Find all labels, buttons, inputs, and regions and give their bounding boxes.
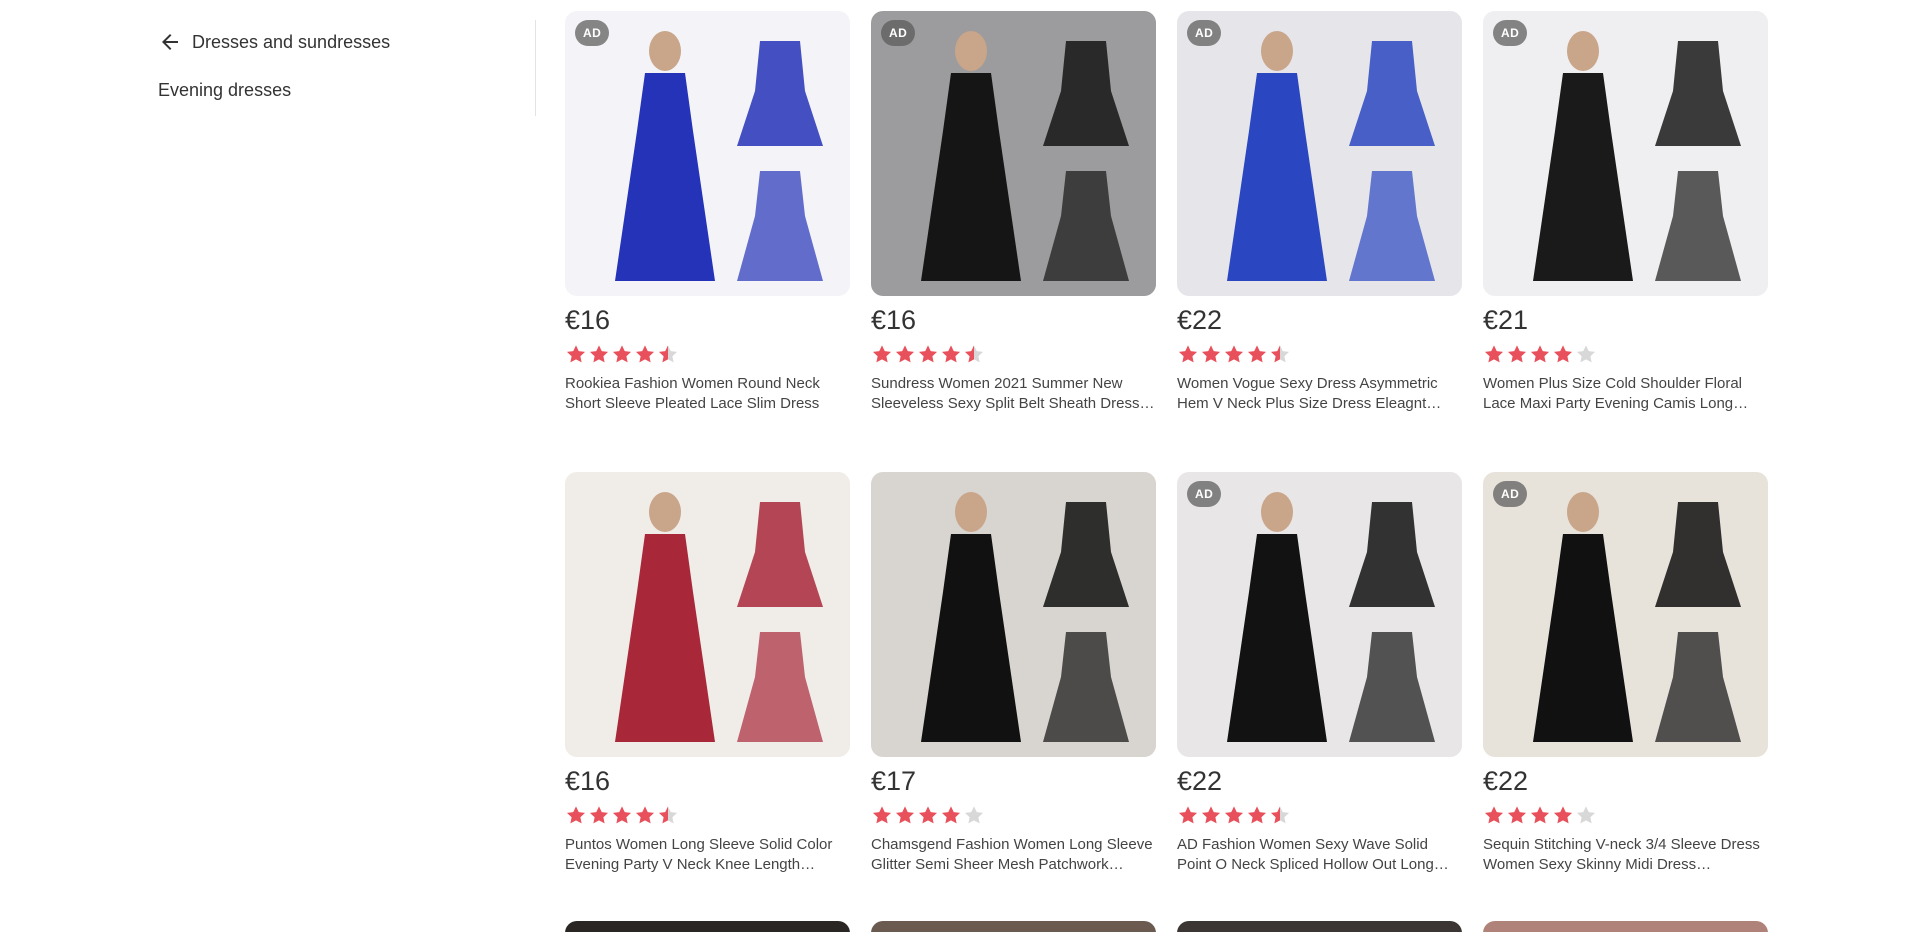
product-image[interactable] (565, 472, 850, 757)
back-to-category[interactable]: Dresses and sundresses (158, 30, 390, 54)
product-thumb-partial[interactable] (1177, 921, 1462, 932)
product-card[interactable]: AD €21 Women Plus Size Cold Shoulder Flor… (1483, 11, 1768, 414)
arrow-left-icon (158, 30, 182, 54)
star-rating (565, 343, 850, 365)
product-title[interactable]: Sequin Stitching V-neck 3/4 Sleeve Dress… (1483, 835, 1768, 875)
star-rating (1483, 343, 1768, 365)
star-icon (1177, 344, 1199, 364)
star-icon (634, 805, 656, 825)
star-icon (917, 344, 939, 364)
star-icon (1575, 805, 1597, 825)
star-icon (871, 805, 893, 825)
star-icon (963, 805, 985, 825)
ad-badge: AD (1493, 481, 1528, 507)
star-icon (565, 805, 587, 825)
star-rating (1483, 804, 1768, 826)
star-icon (611, 805, 633, 825)
star-icon (1552, 805, 1574, 825)
product-price: €17 (871, 766, 917, 796)
ad-badge: AD (881, 20, 916, 46)
star-icon (657, 805, 679, 825)
star-icon (894, 805, 916, 825)
star-icon (1483, 805, 1505, 825)
star-icon (1575, 344, 1597, 364)
product-card[interactable]: AD €22 Sequin Stitching V-neck 3/4 Sleeve… (1483, 472, 1768, 875)
star-rating (1177, 804, 1462, 826)
product-price: €21 (1483, 305, 1529, 335)
product-title[interactable]: AD Fashion Women Sexy Wave Solid Point O… (1177, 835, 1462, 875)
product-card[interactable]: AD €22 Women Vogue Sexy Dress Asymmetric … (1177, 11, 1462, 414)
star-rating (871, 804, 1156, 826)
ad-badge: AD (1187, 481, 1222, 507)
product-image[interactable]: AD (1177, 472, 1462, 757)
product-card[interactable]: €16 Puntos Women Long Sleeve Solid Color… (565, 472, 850, 875)
star-icon (1246, 805, 1268, 825)
product-title[interactable]: Rookiea Fashion Women Round Neck Short S… (565, 374, 850, 414)
star-icon (940, 344, 962, 364)
product-price: €22 (1177, 305, 1223, 335)
product-card[interactable]: €17 Chamsgend Fashion Women Long Sleeve … (871, 472, 1156, 875)
parent-category-label: Dresses and sundresses (192, 31, 391, 52)
product-card[interactable]: AD €16 Rookiea Fashion Women Round Neck S… (565, 11, 850, 414)
star-icon (871, 344, 893, 364)
star-icon (588, 805, 610, 825)
product-title[interactable]: Women Vogue Sexy Dress Asymmetric Hem V … (1177, 374, 1462, 414)
star-icon (1506, 805, 1528, 825)
product-image[interactable]: AD (565, 11, 850, 296)
product-thumb-partial[interactable] (565, 921, 850, 932)
subcategory-link-evening-dresses[interactable]: Evening dresses (158, 80, 291, 101)
product-price: €16 (565, 766, 611, 796)
product-title[interactable]: Women Plus Size Cold Shoulder Floral Lac… (1483, 374, 1768, 414)
product-title[interactable]: Puntos Women Long Sleeve Solid Color Eve… (565, 835, 850, 875)
product-image[interactable]: AD (1483, 11, 1768, 296)
ad-badge: AD (1187, 20, 1222, 46)
product-price: €22 (1483, 766, 1529, 796)
sidebar-divider (535, 20, 536, 116)
ad-badge: AD (1493, 20, 1528, 46)
product-thumb-partial[interactable] (1483, 921, 1768, 932)
star-icon (894, 344, 916, 364)
star-icon (1246, 344, 1268, 364)
product-image[interactable]: AD (871, 11, 1156, 296)
star-icon (1269, 805, 1291, 825)
star-icon (657, 344, 679, 364)
star-icon (963, 344, 985, 364)
star-icon (588, 344, 610, 364)
product-price: €16 (871, 305, 917, 335)
product-thumb-partial[interactable] (871, 921, 1156, 932)
product-image[interactable]: AD (1177, 11, 1462, 296)
star-icon (1223, 805, 1245, 825)
product-image[interactable] (871, 472, 1156, 757)
star-icon (1506, 344, 1528, 364)
product-card[interactable]: AD €16 Sundress Women 2021 Summer New Sle… (871, 11, 1156, 414)
star-icon (1552, 344, 1574, 364)
category-sidebar: Dresses and sundresses Evening dresses (0, 0, 535, 120)
product-price: €16 (565, 305, 611, 335)
star-icon (1223, 344, 1245, 364)
star-icon (940, 805, 962, 825)
star-icon (917, 805, 939, 825)
star-icon (1269, 344, 1291, 364)
star-icon (1529, 805, 1551, 825)
star-rating (1177, 343, 1462, 365)
ad-badge: AD (575, 20, 610, 46)
star-rating (871, 343, 1156, 365)
star-icon (1200, 344, 1222, 364)
product-title[interactable]: Chamsgend Fashion Women Long Sleeve Glit… (871, 835, 1156, 875)
star-icon (565, 344, 587, 364)
star-icon (1483, 344, 1505, 364)
star-icon (1529, 344, 1551, 364)
product-grid: AD €16 Rookiea Fashion Women Round Neck S… (565, 11, 1768, 875)
star-icon (611, 344, 633, 364)
product-image[interactable]: AD (1483, 472, 1768, 757)
star-icon (1200, 805, 1222, 825)
star-rating (565, 804, 850, 826)
product-title[interactable]: Sundress Women 2021 Summer New Sleeveles… (871, 374, 1156, 414)
product-card[interactable]: AD €22 AD Fashion Women Sexy Wave Solid P… (1177, 472, 1462, 875)
star-icon (1177, 805, 1199, 825)
star-icon (634, 344, 656, 364)
product-price: €22 (1177, 766, 1223, 796)
